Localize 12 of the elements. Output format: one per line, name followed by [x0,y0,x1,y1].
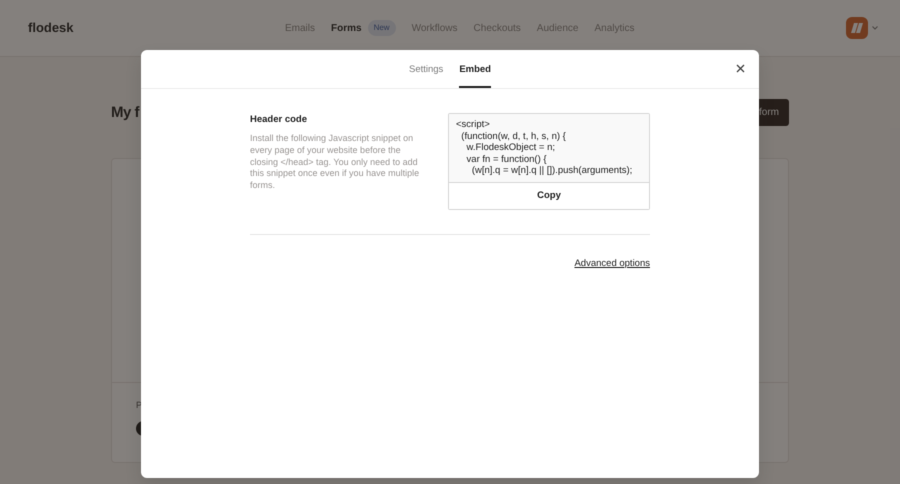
section-title: Header code [250,113,308,127]
copy-button[interactable]: Copy [449,182,649,210]
tab[interactable]: Settings [408,50,444,88]
nav-link[interactable]: Forms [331,20,362,36]
page-title: My f [111,104,139,122]
new-badge: New [368,20,396,36]
advanced-options-link[interactable]: Advanced options [574,257,650,272]
tab[interactable]: Embed [459,50,491,88]
section-description: Install the following Javascript snippet on every page of your website before the closing </head> tag. You only need to add this snippet once even if you have multiple forms. [250,133,420,192]
caret-icon[interactable] [872,26,878,30]
logo: flodesk [28,19,74,38]
code-snippet: <script> (function(w, d, t, h, s, n) { w.FlodeskObject = n; var fn = function() { (w[n].q = w[n].q || []).push(arguments); [449,114,649,182]
